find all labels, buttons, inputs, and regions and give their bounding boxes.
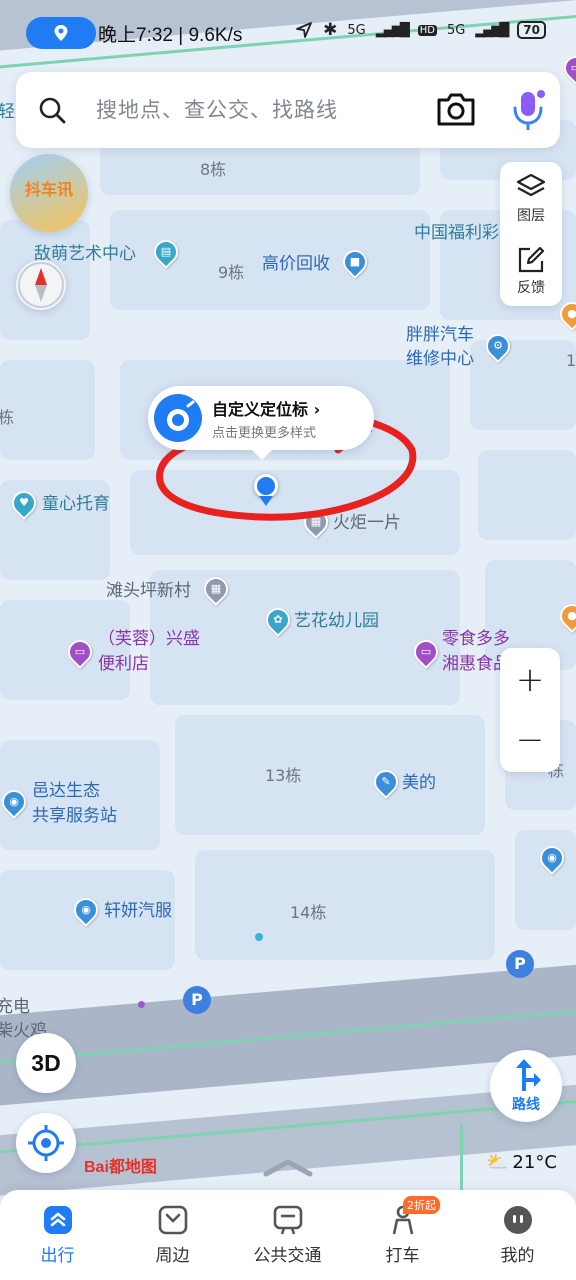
bottom-nav: 出行 周边 公共交通 2折起 打车 我的 [0, 1190, 576, 1280]
custom-location-bubble[interactable]: 自定义定位标 › 点击更换更多样式 [148, 386, 374, 460]
poi-label[interactable]: 轻 [0, 101, 15, 123]
poi-label[interactable]: 中国福利彩 [414, 222, 499, 244]
signal-bars-icon: ▂▄▆█ [375, 22, 410, 38]
compass-button[interactable] [16, 260, 66, 310]
search-bar[interactable]: 搜地点、查公交、找路线 [16, 72, 560, 148]
compass-icon [18, 262, 64, 308]
zoom-controls: + − [500, 648, 560, 772]
location-service-pill [26, 17, 96, 49]
crosshair-icon [28, 1125, 64, 1161]
nav-item-transit[interactable]: 公共交通 [230, 1190, 345, 1280]
search-icon [39, 97, 66, 124]
map-dot [255, 933, 263, 941]
weather-widget[interactable]: ⛅ 21°C [486, 1152, 557, 1173]
nav-label: 公共交通 [253, 1246, 322, 1266]
3d-toggle-button[interactable]: 3D [16, 1033, 76, 1093]
nav-label: 周边 [155, 1246, 190, 1266]
profile-icon [504, 1206, 532, 1234]
poi-label[interactable]: 充电 [0, 996, 30, 1018]
poi-label[interactable]: 共享服务站 [32, 805, 117, 827]
locate-me-button[interactable] [16, 1113, 76, 1173]
navigation-arrow-icon [296, 22, 312, 38]
taxi-discount-badge: 2折起 [403, 1196, 440, 1214]
parking-icon[interactable]: P [183, 986, 211, 1014]
route-arrow-icon [516, 1059, 541, 1091]
building-label: 13栋 [265, 766, 302, 785]
layers-icon [516, 173, 546, 197]
layers-button[interactable]: 图层 [500, 162, 562, 232]
feedback-button[interactable]: 反馈 [500, 236, 562, 306]
map-dot [138, 1001, 145, 1008]
nav-item-profile[interactable]: 我的 [460, 1190, 575, 1280]
poi-label[interactable]: 美的 [402, 772, 436, 794]
zoom-out-button[interactable]: − [500, 720, 560, 760]
status-icons: ✱ 5G ▂▄▆█ HD 5G ▂▄▆█ 70 [295, 20, 546, 40]
voice-search-icon[interactable] [508, 86, 548, 134]
nav-item-taxi[interactable]: 2折起 打车 [345, 1190, 460, 1280]
promo-text: 抖车讯 [24, 180, 73, 199]
layers-label: 图层 [517, 208, 545, 224]
location-style-icon [154, 394, 202, 442]
parking-icon[interactable]: P [506, 950, 534, 978]
location-pin-icon [54, 25, 68, 41]
promo-badge[interactable]: 抖车讯 [10, 154, 88, 232]
bus-icon [273, 1205, 303, 1235]
building-label: 8栋 [200, 160, 227, 179]
map-tools-card: 图层 反馈 [500, 162, 562, 306]
bubble-subtitle: 点击更换更多样式 [212, 426, 317, 441]
poi-label[interactable]: 便利店 [98, 653, 149, 675]
building-label: 9栋 [218, 263, 245, 282]
signal-bars-icon: ▂▄▆█ [475, 22, 509, 38]
poi-label[interactable]: 滩头坪新村 [106, 580, 191, 602]
nav-item-nearby[interactable]: 周边 [115, 1190, 230, 1280]
hd-badge: HD [417, 24, 437, 36]
battery-indicator: 70 [517, 21, 546, 39]
nav-item-travel[interactable]: 出行 [0, 1190, 115, 1280]
building-label: 1 [566, 351, 576, 370]
weather-temp: 21°C [512, 1152, 557, 1173]
chevron-up-icon[interactable] [262, 1158, 314, 1178]
poi-label[interactable]: 高价回收 [262, 253, 330, 275]
poi-label[interactable]: 维修中心 [406, 348, 474, 370]
poi-label[interactable]: 艺花幼儿园 [294, 610, 379, 632]
feedback-label: 反馈 [517, 280, 545, 296]
bubble-title: 自定义定位标 › [212, 400, 321, 419]
route-label: 路线 [512, 1097, 540, 1113]
zoom-in-button[interactable]: + [500, 660, 560, 700]
status-bar: 晚上7:32 | 9.6K/s ✱ 5G ▂▄▆█ HD 5G ▂▄▆█ 70 [0, 0, 576, 64]
poi-label[interactable]: （芙蓉）兴盛 [98, 628, 200, 650]
nearby-icon [158, 1205, 188, 1235]
poi-label[interactable]: 轩妍汽服 [104, 900, 172, 922]
baidu-logo: Bai都地图 [84, 1159, 157, 1176]
signal-5g-b: 5G [446, 22, 466, 38]
status-time: 晚上7:32 | 9.6K/s [98, 25, 243, 46]
search-input[interactable]: 搜地点、查公交、找路线 [96, 94, 338, 124]
partly-cloudy-icon: ⛅ [486, 1152, 509, 1173]
feedback-icon [518, 246, 545, 273]
poi-label[interactable]: 零食多多 [442, 628, 510, 650]
travel-icon [44, 1206, 72, 1234]
camera-icon[interactable] [436, 90, 476, 128]
poi-label[interactable]: 童心托育 [42, 493, 110, 515]
route-button[interactable]: 路线 [490, 1050, 562, 1122]
poi-label[interactable]: 邑达生态 [32, 780, 100, 802]
nav-label: 我的 [500, 1246, 535, 1266]
building-label: 14栋 [290, 903, 327, 922]
nav-label: 出行 [40, 1246, 75, 1266]
bluetooth-icon: ✱ [323, 20, 338, 40]
building-label: 栋 [0, 408, 15, 427]
signal-5g-a: 5G [347, 22, 366, 38]
nav-label: 打车 [385, 1246, 420, 1266]
poi-label[interactable]: 胖胖汽车 [406, 324, 474, 346]
